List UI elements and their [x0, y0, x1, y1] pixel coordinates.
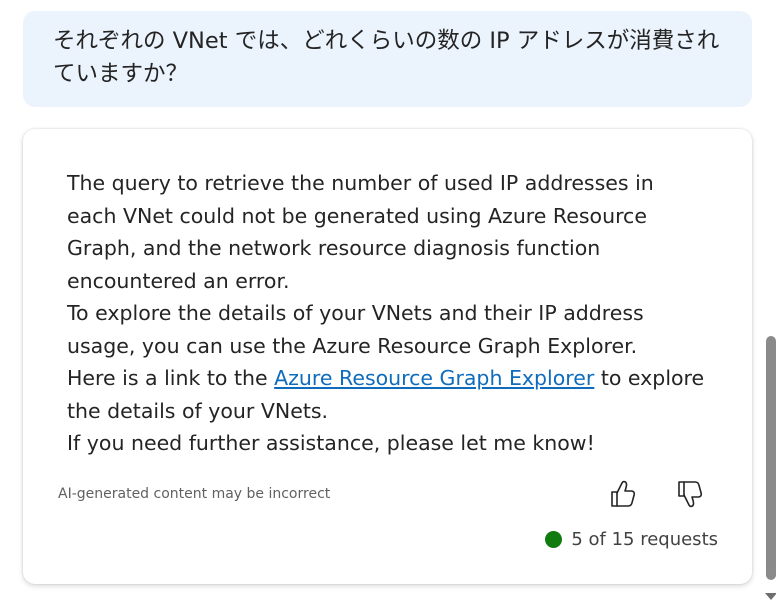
- response-paragraph: To explore the details of your VNets and…: [67, 301, 644, 358]
- response-paragraph: The query to retrieve the number of used…: [67, 171, 654, 293]
- request-counter: 5 of 15 requests: [545, 529, 718, 550]
- resource-graph-explorer-link[interactable]: Azure Resource Graph Explorer: [274, 366, 594, 390]
- scroll-down-arrow-icon[interactable]: [765, 593, 776, 600]
- scrollbar-thumb[interactable]: [766, 336, 776, 580]
- user-message-text: それぞれの VNet では、どれくらいの数の IP アドレスが消費されていますか…: [53, 28, 720, 87]
- thumbs-down-button[interactable]: [674, 477, 706, 511]
- user-message-bubble: それぞれの VNet では、どれくらいの数の IP アドレスが消費されていますか…: [23, 11, 752, 107]
- response-paragraph: Here is a link to the Azure Resource Gra…: [67, 362, 707, 427]
- ai-disclaimer: AI-generated content may be incorrect: [58, 486, 331, 502]
- copilot-chat-panel: それぞれの VNet では、どれくらいの数の IP アドレスが消費されていますか…: [0, 0, 776, 604]
- status-dot: [545, 531, 563, 548]
- thumbs-up-button[interactable]: [607, 477, 639, 511]
- response-text: The query to retrieve the number of used…: [67, 167, 707, 460]
- response-paragraph: If you need further assistance, please l…: [67, 431, 595, 455]
- request-count-text: 5 of 15 requests: [571, 529, 718, 550]
- assistant-response-card: The query to retrieve the number of used…: [23, 129, 752, 584]
- thumbs-down-icon: [678, 481, 703, 508]
- response-text-fragment: Here is a link to the: [67, 366, 275, 390]
- thumbs-up-icon: [611, 480, 636, 507]
